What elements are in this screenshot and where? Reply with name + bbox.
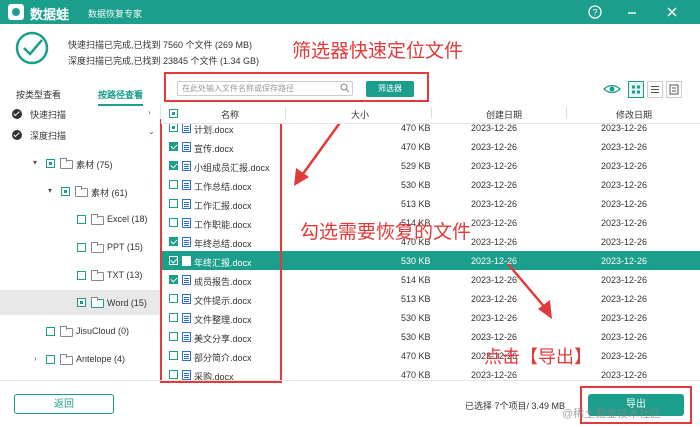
watermark-text: @稀土掘金技术社区 — [562, 408, 662, 420]
column-divider — [431, 107, 432, 119]
selection-info: 已选择 7个项目/ 3.49 MB — [465, 401, 566, 411]
table-header: 名称 大小 创建日期 修改日期 — [161, 104, 700, 124]
column-name-header[interactable]: 名称 — [221, 108, 239, 121]
select-all-checkbox[interactable] — [169, 109, 178, 118]
column-divider — [285, 107, 286, 119]
column-size-header[interactable]: 大小 — [351, 108, 369, 121]
arrow-to-export — [507, 263, 548, 311]
back-button[interactable]: 返回 — [14, 394, 114, 414]
column-divider — [566, 107, 567, 119]
annotation-arrows — [294, 105, 552, 319]
column-created-header[interactable]: 创建日期 — [486, 108, 522, 121]
column-modified-header[interactable]: 修改日期 — [616, 108, 652, 121]
